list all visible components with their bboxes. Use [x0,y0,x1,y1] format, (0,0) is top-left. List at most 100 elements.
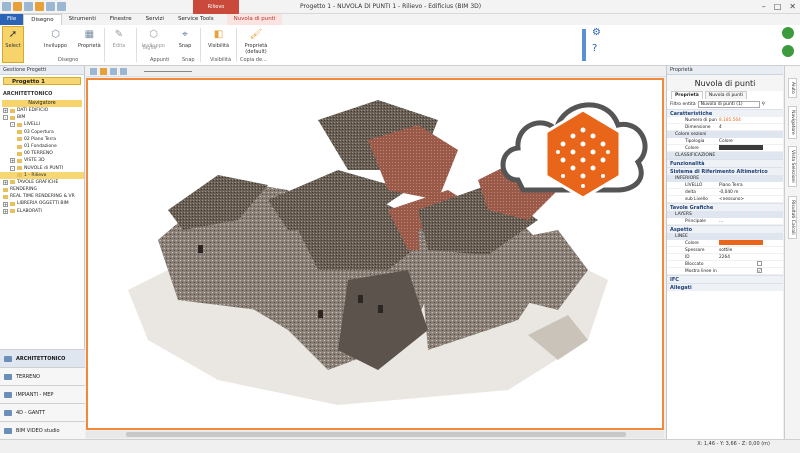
property-value[interactable]: ... [717,218,783,224]
expand-toggle-icon[interactable]: - [10,122,15,128]
tree-item[interactable]: - LIVELLI [0,121,84,128]
side-tab-vista-selezioni[interactable]: Vista Selezioni [788,146,797,187]
side-tab-navigatore[interactable]: Navigatore [788,106,797,139]
subsection-inferiore[interactable]: INFERIORE [667,175,783,182]
proprieta-default-button[interactable]: 🖌 Proprietà (default) [240,27,272,56]
view-mode-icon[interactable] [90,68,97,75]
taglia-button[interactable]: Taglia [142,45,156,51]
property-row[interactable]: Dimensione 4 [667,124,783,131]
property-row[interactable]: Tipologia Colore [667,138,783,145]
tab-finestre[interactable]: Finestre [103,14,139,25]
expand-toggle-icon[interactable]: + [3,179,8,185]
save-icon[interactable] [13,2,22,11]
horizontal-scrollbar[interactable] [86,431,664,438]
print-icon[interactable] [35,2,44,11]
proprieta-button[interactable]: ▦ Proprietà [78,27,101,50]
tree-item[interactable]: + DATI EDIFICIO [0,107,84,114]
edita-button[interactable]: ✎ Edita [112,27,126,50]
property-value[interactable] [717,261,783,267]
property-value[interactable] [717,145,783,151]
maximize-icon[interactable]: □ [774,2,782,11]
section-tavole-grafiche[interactable]: Tavole Grafiche [667,203,783,211]
subsection-layers[interactable]: LAYERS [667,211,783,218]
section-sistema-riferimento[interactable]: Sistema di Riferimento Altimetrico [667,167,783,175]
grid-icon[interactable] [110,68,117,75]
expand-toggle-icon[interactable]: - [10,165,15,171]
tree-item[interactable]: + LIBRERIA OGGETTI BIM [0,200,84,207]
property-row[interactable]: LIVELLO Piano Terra [667,182,783,189]
visibilita-button[interactable]: ◧ Visibilità [208,27,229,50]
3d-viewport[interactable] [86,78,664,430]
property-value[interactable]: <nessuno> [717,196,783,202]
tab-proprieta[interactable]: Proprietà [671,91,703,99]
scroll-thumb[interactable] [126,432,626,437]
property-row[interactable]: delta -0,040 m [667,189,783,196]
tab-disegno[interactable]: Disegno [23,14,62,25]
tab-nuvola[interactable]: Nuvola di punti [704,91,748,99]
tab-file[interactable]: File [0,14,24,25]
open-icon[interactable] [24,2,33,11]
expand-toggle-icon[interactable]: + [3,201,8,207]
section-caratteristiche[interactable]: Caratteristiche [667,109,783,117]
expand-toggle-icon[interactable]: + [3,108,8,114]
tab-nuvola-di-punti[interactable]: Nuvola di punti [226,14,283,25]
tree-item[interactable]: + ELABORATI [0,208,84,215]
section-allegati[interactable]: Allegati [667,283,783,291]
zoom-slider[interactable] [144,71,192,72]
property-row[interactable]: Colore [667,145,783,152]
tree-item[interactable]: 02 Piano Terra [0,136,84,143]
tree-item[interactable]: 03 Copertura [0,129,84,136]
app-icon[interactable] [2,2,11,11]
tab-servizi[interactable]: Servizi [139,14,171,25]
snap-button[interactable]: ⌖ Snap [178,27,192,50]
tree-item[interactable]: - BIM [0,114,84,121]
folder-icon[interactable] [100,68,107,75]
tree-item[interactable]: + TAVOLE GRAFICHE [0,179,84,186]
tree-item[interactable]: RENDERING [0,186,84,193]
expand-toggle-icon[interactable]: - [3,115,8,121]
section-funzionalita[interactable]: Funzionalità [667,159,783,167]
module-item[interactable]: BIM VIDEO studio [0,421,85,439]
redo-icon[interactable] [57,2,66,11]
section-ifc[interactable]: IFC [667,275,783,283]
subsection-linee[interactable]: LINEE [667,233,783,240]
module-item[interactable]: TERRENO [0,367,85,385]
tree-item[interactable]: REAL TIME RENDERING & VR [0,193,84,200]
property-value[interactable]: 8.185.564 [717,117,783,123]
entity-filter-select[interactable]: Nuvola di punti (1) [697,100,760,108]
layers-icon[interactable] [120,68,127,75]
color-swatch[interactable] [719,240,763,245]
property-value[interactable]: ✓ [717,268,783,274]
update-icon[interactable] [782,45,794,57]
inviluppo-button[interactable]: ⬡ Inviluppo [44,27,67,50]
tab-strumenti[interactable]: Strumenti [62,14,103,25]
minimize-icon[interactable]: – [762,2,766,11]
expand-toggle-icon[interactable]: + [10,158,15,164]
filter-icon[interactable]: ⚲ [762,102,765,107]
project-tab[interactable]: Progetto 1 [3,77,81,85]
help-search-icon[interactable]: ⚙ [592,27,601,38]
tab-service-tools[interactable]: Service Tools [171,14,221,25]
property-value[interactable] [717,240,783,246]
side-tab-risultati[interactable]: Risultati Calcoli [788,196,797,239]
tree-item[interactable]: 1 - Rilievo [0,171,84,179]
info-icon[interactable] [782,27,794,39]
property-value[interactable]: 4 [717,124,783,130]
property-row[interactable]: Bloccato [667,261,783,268]
close-icon[interactable]: ✕ [789,2,796,11]
subsection-classificazione[interactable]: CLASSIFICAZIONE [667,152,783,159]
color-swatch[interactable] [719,145,763,150]
checkbox[interactable] [757,261,762,266]
property-row[interactable]: Colore [667,240,783,247]
property-value[interactable]: 2264 [717,254,783,260]
subsection-colore-sezioni[interactable]: Colore sezioni [667,131,783,138]
help-question-icon[interactable]: ? [592,43,597,54]
tree-item[interactable]: + VISTE 3D [0,157,84,164]
property-row[interactable]: Numero di punti 8.185.564 [667,117,783,124]
module-item[interactable]: ARCHITETTONICO [0,349,85,367]
property-row[interactable]: Mostra linee in 3D ✓ [667,268,783,275]
select-button[interactable]: ➚ Select [2,26,24,63]
side-tab-aiuto[interactable]: Aiuto [788,78,797,98]
tree-item[interactable]: 00 TERRENO [0,150,84,157]
section-aspetto[interactable]: Aspetto [667,225,783,233]
